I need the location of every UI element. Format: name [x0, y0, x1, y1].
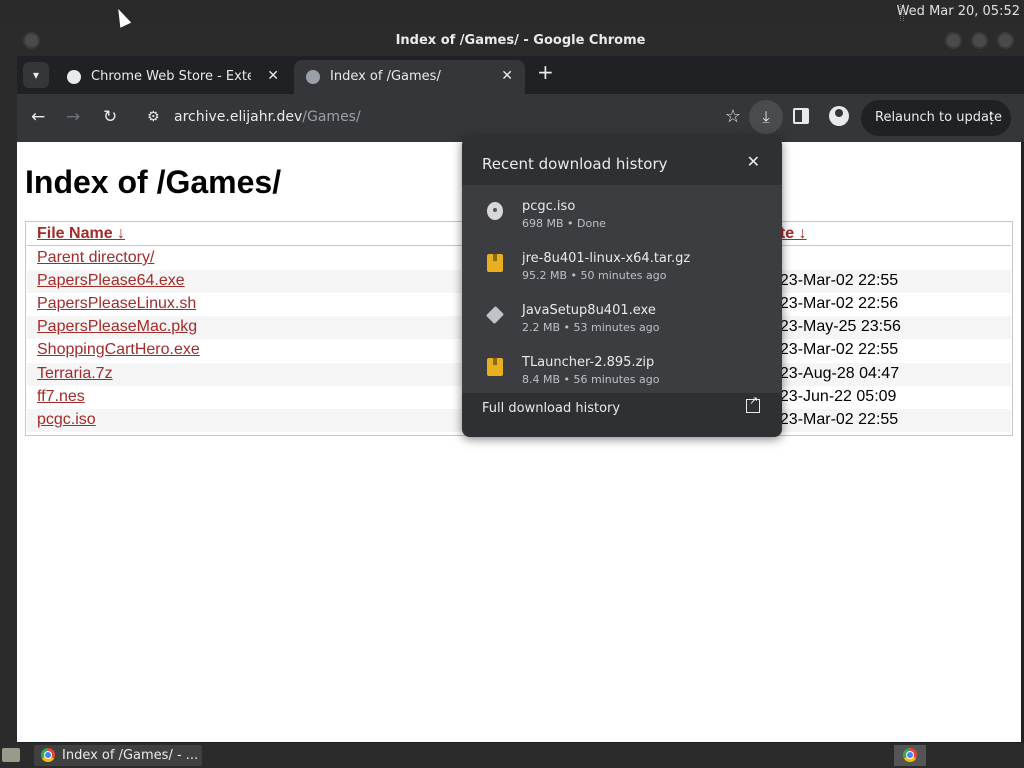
- file-date: 023-Mar-02 22:55: [771, 341, 899, 358]
- tab-label: Chrome Web Store - Extensi: [91, 69, 251, 84]
- maximize-button[interactable]: [971, 32, 988, 49]
- taskbar: Index of /Games/ - ...: [0, 743, 1024, 768]
- close-window-button[interactable]: [997, 32, 1014, 49]
- chrome-icon: [41, 748, 55, 762]
- new-tab-button[interactable]: +: [537, 60, 554, 84]
- tray-chrome-button[interactable]: [894, 745, 926, 766]
- chrome-icon: [903, 748, 917, 762]
- url-path: /Games/: [302, 109, 361, 125]
- window-titlebar[interactable]: Index of /Games/ - Google Chrome: [17, 26, 1024, 56]
- file-link[interactable]: PapersPleaseLinux.sh: [37, 295, 196, 313]
- taskbar-task-label: Index of /Games/ - ...: [62, 748, 199, 763]
- executable-icon: [485, 305, 505, 325]
- download-icon: ⤓: [762, 107, 770, 126]
- tab-search-button[interactable]: ▾: [23, 62, 49, 88]
- download-status: 8.4 MB • 56 minutes ago: [522, 373, 660, 386]
- file-date: 023-Mar-02 22:55: [771, 411, 899, 428]
- reload-button[interactable]: ↻: [103, 107, 117, 127]
- url-host: archive.elijahr.dev: [174, 109, 303, 125]
- download-item[interactable]: JavaSetup8u401.exe 2.2 MB • 53 minutes a…: [462, 293, 782, 345]
- tab-index-games[interactable]: Index of /Games/ ✕: [294, 60, 525, 94]
- file-link[interactable]: pcgc.iso: [37, 411, 96, 429]
- download-filename: pcgc.iso: [522, 199, 576, 214]
- sort-by-name-link[interactable]: File Name ↓: [37, 225, 125, 243]
- back-button[interactable]: ←: [31, 107, 45, 127]
- download-item[interactable]: jre-8u401-linux-x64.tar.gz 95.2 MB • 50 …: [462, 241, 782, 293]
- address-bar[interactable]: ⚙ archive.elijahr.dev/Games/ ☆: [137, 100, 747, 136]
- browser-toolbar: ← → ↻ ⚙ archive.elijahr.dev/Games/ ☆ ⤓ R…: [17, 94, 1024, 142]
- close-tab-icon[interactable]: ✕: [501, 68, 513, 84]
- close-bubble-button[interactable]: ✕: [747, 152, 760, 171]
- archive-icon: [487, 254, 503, 272]
- download-item[interactable]: pcgc.iso 698 MB • Done: [462, 189, 782, 241]
- download-bubble: Recent download history ✕ pcgc.iso 698 M…: [462, 137, 782, 437]
- reload-icon: ↻: [103, 107, 118, 127]
- tab-strip: ▾ Chrome Web Store - Extensi ✕ Index of …: [17, 56, 1024, 94]
- tab-label: Index of /Games/: [330, 69, 441, 84]
- tab-chrome-web-store[interactable]: Chrome Web Store - Extensi ✕: [55, 60, 291, 94]
- file-link[interactable]: ShoppingCartHero.exe: [37, 341, 200, 359]
- download-filename: TLauncher-2.895.zip: [522, 355, 655, 370]
- profile-avatar-icon[interactable]: [829, 106, 849, 126]
- file-link[interactable]: Parent directory/: [37, 249, 154, 267]
- system-clock[interactable]: Wed Mar 20, 05:52: [897, 4, 1020, 19]
- open-in-new-icon[interactable]: [746, 394, 760, 413]
- chrome-web-store-icon: [67, 70, 81, 84]
- file-link[interactable]: ff7.nes: [37, 388, 85, 406]
- file-link[interactable]: Terraria.7z: [37, 365, 113, 383]
- download-status: 95.2 MB • 50 minutes ago: [522, 269, 667, 282]
- forward-button[interactable]: →: [66, 107, 80, 127]
- system-top-bar: Wed Mar 20, 05:52: [0, 0, 1024, 25]
- page-title: Index of /Games/: [25, 164, 282, 200]
- plus-icon: +: [537, 60, 554, 84]
- file-date: 023-May-25 23:56: [771, 318, 901, 335]
- download-status: 2.2 MB • 53 minutes ago: [522, 321, 660, 334]
- arrow-right-icon: →: [66, 107, 81, 127]
- archive-icon: [487, 358, 503, 376]
- disc-icon: [487, 202, 503, 220]
- close-tab-icon[interactable]: ✕: [267, 68, 279, 84]
- chevron-down-icon: ▾: [32, 68, 40, 82]
- relaunch-to-update-button[interactable]: Relaunch to update ⋮: [861, 100, 1011, 136]
- file-date: 023-Mar-02 22:56: [771, 295, 899, 312]
- url-text[interactable]: archive.elijahr.dev/Games/: [174, 109, 361, 125]
- download-filename: JavaSetup8u401.exe: [522, 303, 656, 318]
- file-date: 023-Jun-22 05:09: [771, 388, 897, 405]
- download-item[interactable]: TLauncher-2.895.zip 8.4 MB • 56 minutes …: [462, 345, 782, 397]
- window-title: Index of /Games/ - Google Chrome: [395, 33, 646, 48]
- taskbar-chrome-window[interactable]: Index of /Games/ - ...: [34, 745, 202, 766]
- download-status: 698 MB • Done: [522, 217, 606, 230]
- more-vert-icon[interactable]: ⋮: [984, 100, 999, 136]
- relaunch-label: Relaunch to update: [875, 110, 1003, 125]
- arrow-left-icon: ←: [31, 107, 46, 127]
- minimize-button[interactable]: [945, 32, 962, 49]
- download-list: pcgc.iso 698 MB • Done jre-8u401-linux-x…: [462, 185, 782, 393]
- download-filename: jre-8u401-linux-x64.tar.gz: [522, 251, 691, 266]
- side-panel-icon[interactable]: [793, 108, 809, 124]
- downloads-button[interactable]: ⤓: [749, 100, 783, 134]
- full-download-history-link[interactable]: Full download history: [482, 401, 620, 416]
- file-link[interactable]: PapersPlease64.exe: [37, 272, 185, 290]
- file-manager-icon[interactable]: [2, 748, 20, 762]
- close-icon: ✕: [746, 152, 760, 171]
- file-date: 023-Aug-28 04:47: [771, 365, 900, 382]
- globe-icon: [306, 70, 320, 84]
- file-link[interactable]: PapersPleaseMac.pkg: [37, 318, 197, 336]
- file-date: 023-Mar-02 22:55: [771, 272, 899, 289]
- site-info-icon[interactable]: ⚙: [147, 109, 160, 125]
- bookmark-star-icon[interactable]: ☆: [725, 106, 741, 127]
- download-bubble-title: Recent download history: [482, 155, 668, 173]
